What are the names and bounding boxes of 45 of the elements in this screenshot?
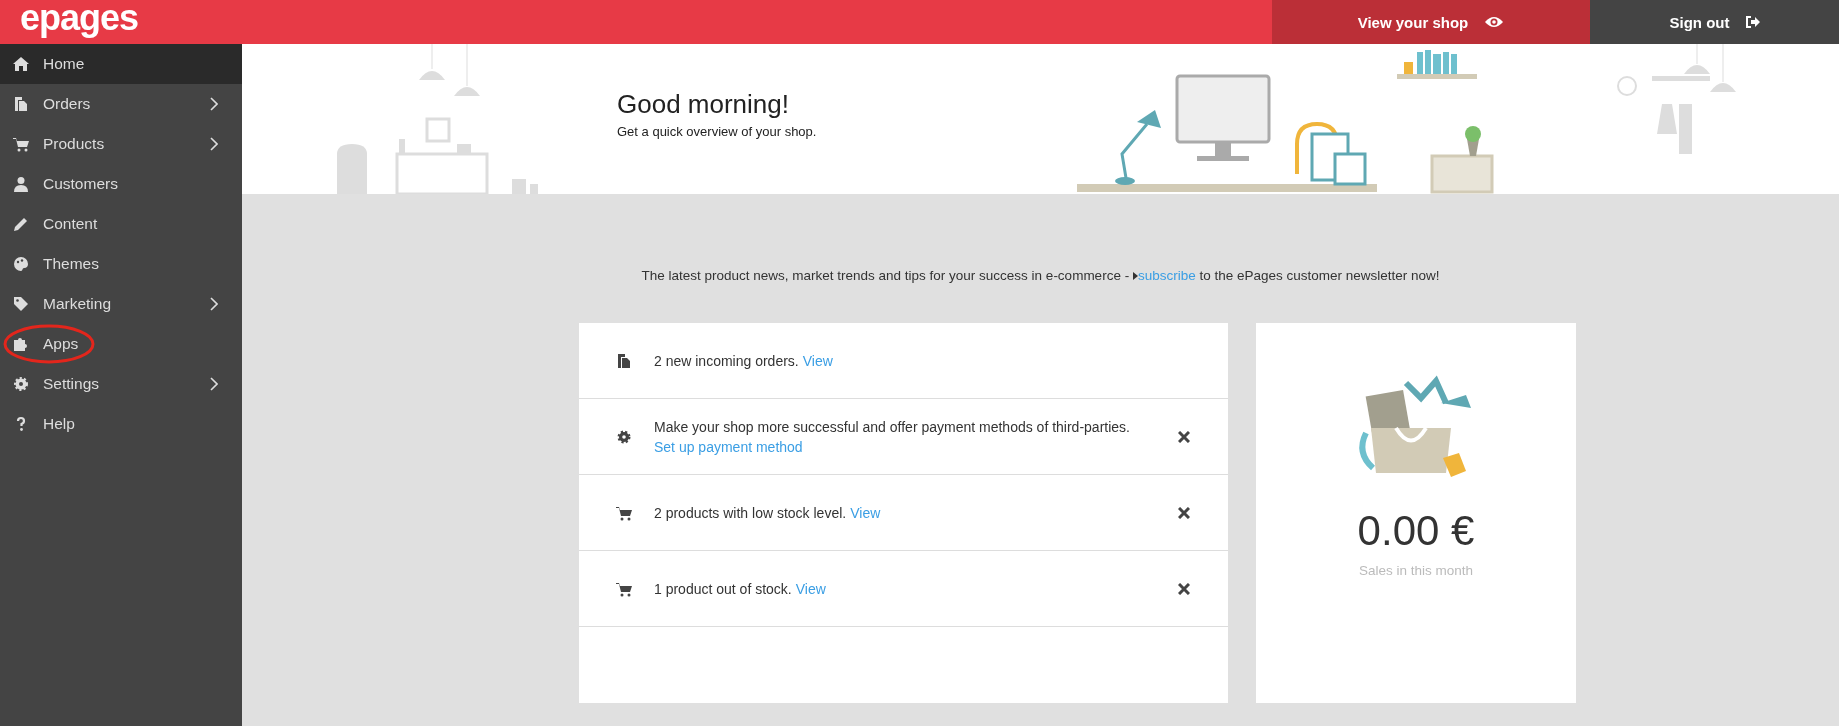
sidebar-item[interactable]: Content [0,204,242,244]
close-icon[interactable] [1178,506,1190,519]
sidebar-item[interactable]: Home [0,44,242,84]
sidebar-item[interactable]: Marketing [0,284,242,324]
sidebar-item[interactable]: Apps [0,324,242,364]
documents-icon [13,96,29,112]
eye-icon [1484,15,1505,29]
view-shop-button[interactable]: View your shop [1272,0,1590,44]
sidebar-item[interactable]: Help [0,404,242,444]
task-text: 2 products with low stock level. View [654,503,882,523]
close-icon[interactable] [1178,430,1190,443]
palette-icon [13,256,29,272]
cart-icon [616,504,632,521]
sidebar-item[interactable]: Settings [0,364,242,404]
sidebar-item[interactable]: Orders [0,84,242,124]
cart-icon [13,136,29,152]
sign-out-button[interactable]: Sign out [1590,0,1839,44]
close-icon[interactable] [1178,582,1190,595]
caret-right-icon [1132,272,1138,280]
task-text: 2 new incoming orders. View [654,351,834,371]
tag-icon [13,296,29,312]
settings-icon [13,376,29,392]
settings-icon [616,428,632,445]
chevron-right-icon [210,97,218,111]
newsletter-text: The latest product news, market trends and tips for your success in e-commerce - subscribe to the ePages customer newsletter now! [640,268,1441,283]
chevron-right-icon [210,137,218,151]
cart-icon [616,580,632,597]
sales-amount: 0.00 € [1357,507,1475,555]
puzzle-icon [13,336,29,352]
sales-caption: Sales in this month [1358,563,1474,578]
sidebar-item[interactable]: Products [0,124,242,164]
greeting-subtitle: Get a quick overview of your shop. [617,124,818,139]
task-text: Make your shop more successful and offer payment methods of third-parties. Set up payment method [654,417,1131,457]
chevron-right-icon [210,297,218,311]
sign-out-icon [1745,16,1760,28]
sidebar-item[interactable]: Customers [0,164,242,204]
task-text: 1 product out of stock. View [654,579,827,599]
sidebar-item[interactable]: Themes [0,244,242,284]
home-icon [13,56,29,72]
greeting-title: Good morning! [617,89,790,120]
documents-icon [616,352,632,369]
logo[interactable]: epages [0,0,159,40]
chevron-right-icon [210,377,218,391]
user-icon [13,176,29,192]
pencil-icon [13,216,29,232]
